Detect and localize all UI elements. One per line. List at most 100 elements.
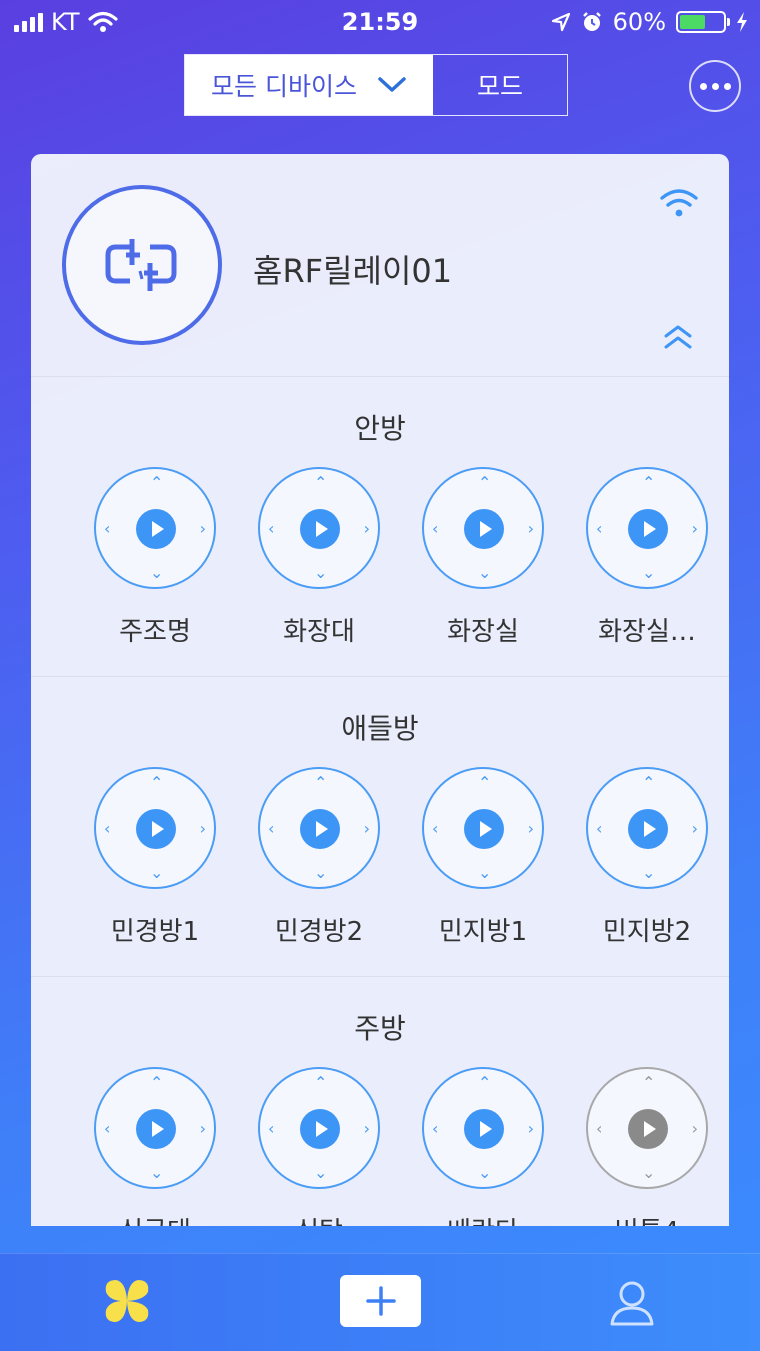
charging-icon: [737, 12, 747, 32]
remote-control-button[interactable]: ⌃ ‹ › ⌄: [94, 467, 216, 589]
remote-grid: ⌃ ‹ › ⌄ 민경방1 ⌃ ‹ › ⌄ 민경방2 ⌃ ‹ › ⌄ 민지방1 ⌃ ‹ › ⌄ 민지방2: [31, 767, 729, 948]
chevron-right-icon: ›: [691, 819, 698, 838]
remote-item[interactable]: ⌃ ‹ › ⌄ 베란다: [401, 1067, 565, 1226]
play-icon[interactable]: [300, 509, 340, 549]
chevron-left-icon: ‹: [268, 519, 275, 538]
room-section: 안방 ⌃ ‹ › ⌄ 주조명 ⌃ ‹ › ⌄ 화장대 ⌃ ‹ › ⌄ 화장실 ⌃ ‹ › ⌄ 화장실…: [31, 377, 729, 677]
remote-item[interactable]: ⌃ ‹ › ⌄ 화장대: [237, 467, 401, 648]
room-title: 애들방: [341, 712, 419, 745]
chevron-right-icon: ›: [527, 519, 534, 538]
chevron-left-icon: ‹: [596, 1119, 603, 1138]
remote-label: 민경방2: [274, 917, 364, 947]
play-icon[interactable]: [464, 809, 504, 849]
chevron-left-icon: ‹: [104, 819, 111, 838]
remote-control-button[interactable]: ⌃ ‹ › ⌄: [422, 767, 544, 889]
chevron-down-icon: [378, 77, 406, 92]
remote-item[interactable]: ⌃ ‹ › ⌄ 식탁: [237, 1067, 401, 1226]
chevron-right-icon: ›: [527, 1119, 534, 1138]
remote-label: 베란다: [447, 1211, 519, 1226]
location-icon: [551, 12, 570, 32]
remote-label: 식극대: [119, 1211, 191, 1226]
chevron-down-icon: ⌄: [314, 563, 328, 582]
remote-item[interactable]: ⌃ ‹ › ⌄ 화장실: [401, 467, 565, 648]
play-icon[interactable]: [628, 509, 668, 549]
room-title: 안방: [354, 412, 406, 445]
remote-label: 화장실…: [598, 617, 696, 647]
remote-label: 화장대: [283, 617, 355, 647]
chevron-up-icon: ⌃: [478, 773, 492, 792]
room-section: 주방 ⌃ ‹ › ⌄ 식극대 ⌃ ‹ › ⌄ 식탁 ⌃ ‹ › ⌄ 베란다 ⌃ ‹ › ⌄ 버튼4: [31, 977, 729, 1226]
play-icon[interactable]: [464, 509, 504, 549]
tab-all-devices[interactable]: 모든 디바이스: [185, 55, 433, 115]
chevron-right-icon: ›: [363, 1119, 370, 1138]
remote-control-button[interactable]: ⌃ ‹ › ⌄: [422, 1067, 544, 1189]
remote-item[interactable]: ⌃ ‹ › ⌄ 민지방1: [401, 767, 565, 948]
remote-item[interactable]: ⌃ ‹ › ⌄ 화장실…: [565, 467, 729, 648]
play-icon[interactable]: [136, 1109, 176, 1149]
chevron-down-icon: ⌄: [150, 1163, 164, 1182]
room-section: 애들방 ⌃ ‹ › ⌄ 민경방1 ⌃ ‹ › ⌄ 민경방2 ⌃ ‹ › ⌄ 민지방1 ⌃ ‹ › ⌄ 민지방2: [31, 677, 729, 977]
chevron-up-icon: ⌃: [642, 473, 656, 492]
collapse-chevron-up-icon[interactable]: [663, 324, 693, 350]
chevron-right-icon: ›: [199, 819, 206, 838]
remote-item[interactable]: ⌃ ‹ › ⌄ 식극대: [73, 1067, 237, 1226]
chevron-down-icon: ⌄: [642, 1163, 656, 1182]
remote-item[interactable]: ⌃ ‹ › ⌄ 민지방2: [565, 767, 729, 948]
alarm-icon: [582, 12, 601, 31]
remote-label: 식탁: [295, 1211, 343, 1226]
play-icon[interactable]: [300, 1109, 340, 1149]
status-bar: KT 21:59 60%: [0, 0, 760, 42]
chevron-right-icon: ›: [199, 1119, 206, 1138]
play-icon[interactable]: [300, 809, 340, 849]
chevron-left-icon: ‹: [432, 1119, 439, 1138]
remote-control-button[interactable]: ⌃ ‹ › ⌄: [94, 767, 216, 889]
remote-control-button[interactable]: ⌃ ‹ › ⌄: [94, 1067, 216, 1189]
chevron-down-icon: ⌄: [478, 863, 492, 882]
chevron-right-icon: ›: [691, 1119, 698, 1138]
play-icon[interactable]: [628, 809, 668, 849]
bottom-tab-bar: [0, 1253, 760, 1351]
chevron-up-icon: ⌃: [642, 773, 656, 792]
remote-label: 민경방1: [110, 917, 200, 947]
remote-grid: ⌃ ‹ › ⌄ 주조명 ⌃ ‹ › ⌄ 화장대 ⌃ ‹ › ⌄ 화장실 ⌃ ‹ › ⌄ 화장실…: [31, 467, 729, 648]
chevron-right-icon: ›: [363, 819, 370, 838]
chevron-right-icon: ›: [691, 519, 698, 538]
remote-control-button[interactable]: ⌃ ‹ › ⌄: [422, 467, 544, 589]
chevron-up-icon: ⌃: [478, 473, 492, 492]
play-icon[interactable]: [136, 509, 176, 549]
tab-mode-label: 모드: [476, 72, 523, 101]
remote-label: 버튼4: [615, 1211, 679, 1226]
remote-item[interactable]: ⌃ ‹ › ⌄ 주조명: [73, 467, 237, 648]
chevron-left-icon: ‹: [596, 819, 603, 838]
add-device-button[interactable]: [340, 1275, 421, 1327]
home-tab-icon[interactable]: [102, 1276, 152, 1326]
remote-item[interactable]: ⌃ ‹ › ⌄ 민경방1: [73, 767, 237, 948]
device-header[interactable]: 홈RF릴레이01: [31, 154, 729, 377]
tab-mode[interactable]: 모드: [433, 55, 567, 115]
play-icon[interactable]: [136, 809, 176, 849]
room-title: 주방: [354, 1012, 406, 1045]
battery-percent: 60%: [612, 8, 666, 36]
remote-control-button[interactable]: ⌃ ‹ › ⌄: [258, 767, 380, 889]
remote-item[interactable]: ⌃ ‹ › ⌄ 민경방2: [237, 767, 401, 948]
remote-label: 화장실: [447, 617, 519, 647]
chevron-up-icon: ⌃: [642, 1073, 656, 1092]
chevron-left-icon: ‹: [104, 1119, 111, 1138]
remote-control-button[interactable]: ⌃ ‹ › ⌄: [586, 467, 708, 589]
remote-control-button[interactable]: ⌃ ‹ › ⌄: [258, 1067, 380, 1189]
remote-grid: ⌃ ‹ › ⌄ 식극대 ⌃ ‹ › ⌄ 식탁 ⌃ ‹ › ⌄ 베란다 ⌃ ‹ › ⌄ 버튼4: [31, 1067, 729, 1226]
play-icon[interactable]: [464, 1109, 504, 1149]
chevron-up-icon: ⌃: [314, 473, 328, 492]
remote-control-button[interactable]: ⌃ ‹ › ⌄: [258, 467, 380, 589]
device-card: 홈RF릴레이01 안방 ⌃ ‹ › ⌄ 주조명 ⌃ ‹ › ⌄ 화장대 ⌃ ‹ › ⌄ 화장실 ⌃ ‹ › ⌄ 화장실……: [31, 154, 729, 1226]
remote-control-button[interactable]: ⌃ ‹ › ⌄: [586, 1067, 708, 1189]
remote-item[interactable]: ⌃ ‹ › ⌄ 버튼4: [565, 1067, 729, 1226]
more-options-button[interactable]: [689, 60, 741, 112]
remote-control-button[interactable]: ⌃ ‹ › ⌄: [586, 767, 708, 889]
chevron-up-icon: ⌃: [150, 1073, 164, 1092]
play-icon[interactable]: [628, 1109, 668, 1149]
profile-tab-icon[interactable]: [606, 1276, 658, 1328]
chevron-down-icon: ⌄: [150, 863, 164, 882]
remote-label: 민지방2: [602, 917, 692, 947]
remote-label: 민지방1: [438, 917, 528, 947]
